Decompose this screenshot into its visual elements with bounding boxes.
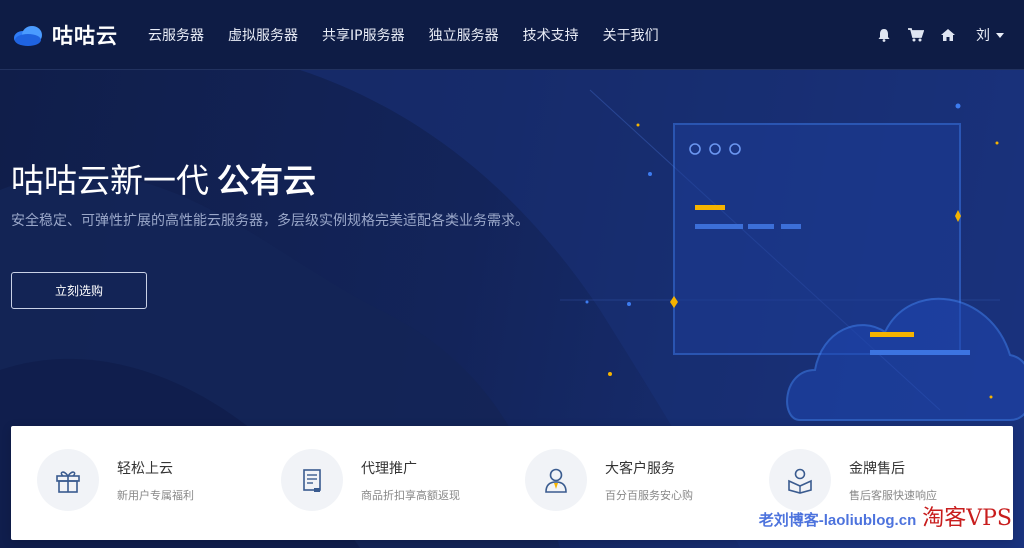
feature-desc: 新用户专属福利: [117, 488, 194, 502]
document-icon: [281, 449, 343, 511]
watermark: 老刘博客-laoliublog.cn 淘客VPS: [759, 500, 1012, 532]
buy-now-button[interactable]: 立刻选购: [11, 272, 147, 309]
nav-item-about-us[interactable]: 关于我们: [603, 25, 659, 45]
watermark-brand: 淘客VPS: [922, 506, 1012, 531]
cart-icon[interactable]: [908, 27, 924, 43]
hero-subtitle: 安全稳定、可弹性扩展的高性能云服务器，多层级实例规格完美适配各类业务需求。: [11, 213, 529, 229]
hero-title: 咕咕云新一代 公有云: [11, 154, 316, 202]
feature-text: 轻松上云 新用户专属福利: [117, 458, 194, 503]
feature-title: 大客户服务: [605, 460, 675, 477]
logo-text: 咕咕云: [52, 23, 118, 48]
nav-item-shared-ip-server[interactable]: 共享IP服务器: [322, 25, 405, 45]
header-actions: 刘: [860, 0, 1004, 70]
feature-text: 金牌售后 售后客服快速响应: [849, 458, 937, 503]
feature-text: 代理推广 商品折扣享高额返现: [361, 458, 460, 503]
home-icon[interactable]: [940, 27, 956, 43]
nav-item-dedicated-server[interactable]: 独立服务器: [429, 25, 499, 45]
user-name: 刘: [976, 28, 990, 44]
user-menu[interactable]: 刘: [976, 25, 1004, 45]
hero-title-light: 咕咕云新一代: [11, 161, 209, 200]
bell-icon[interactable]: [876, 27, 892, 43]
chevron-down-icon: [996, 32, 1004, 38]
feature-desc: 商品折扣享高额返现: [361, 488, 460, 502]
logo[interactable]: 咕咕云: [12, 20, 118, 50]
feature-title: 轻松上云: [117, 460, 173, 477]
feature-title: 金牌售后: [849, 460, 905, 477]
feature-agent-promotion[interactable]: 代理推广 商品折扣享高额返现: [281, 448, 521, 512]
top-navbar: 咕咕云 云服务器 虚拟服务器 共享IP服务器 独立服务器 技术支持 关于我们 刘: [0, 0, 1024, 70]
gift-icon: [37, 449, 99, 511]
feature-easy-cloud[interactable]: 轻松上云 新用户专属福利: [37, 448, 277, 512]
feature-desc: 百分百服务安心购: [605, 488, 693, 502]
feature-text: 大客户服务 百分百服务安心购: [605, 458, 693, 503]
feature-enterprise-service[interactable]: 大客户服务 百分百服务安心购: [525, 448, 765, 512]
feature-title: 代理推广: [361, 460, 417, 477]
customer-service-icon: [525, 449, 587, 511]
watermark-blog: 老刘博客-laoliublog.cn: [758, 512, 917, 529]
nav-item-virtual-server[interactable]: 虚拟服务器: [228, 25, 298, 45]
nav-item-tech-support[interactable]: 技术支持: [523, 25, 579, 45]
main-nav: 云服务器 虚拟服务器 共享IP服务器 独立服务器 技术支持 关于我们: [148, 25, 683, 45]
nav-item-cloud-server[interactable]: 云服务器: [148, 25, 204, 45]
hero-title-bold: 公有云: [217, 161, 316, 200]
cloud-logo-icon: [14, 25, 42, 46]
